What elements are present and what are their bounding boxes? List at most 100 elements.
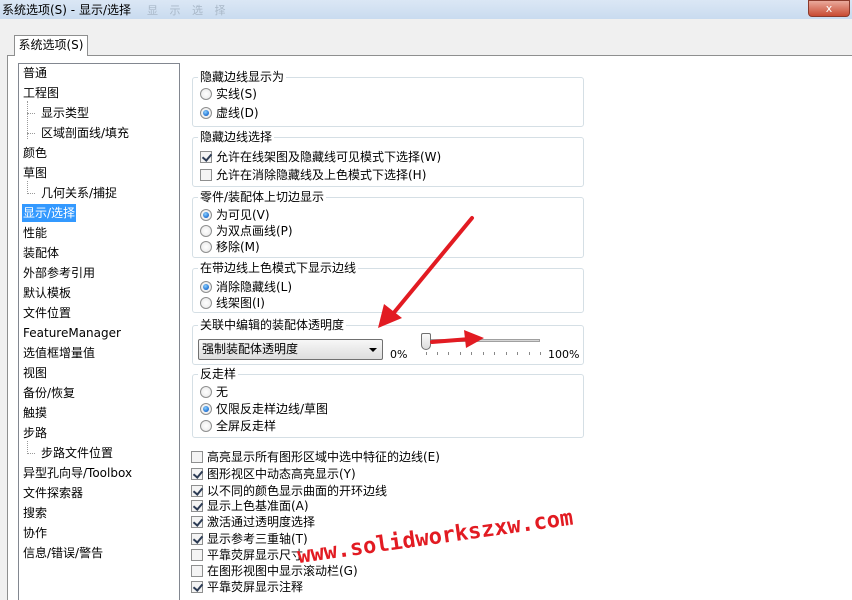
transparency-slider-track[interactable]	[426, 339, 540, 342]
tree-item-external-references[interactable]: 外部参考引用	[23, 264, 95, 282]
tree-item-file-locations[interactable]: 文件位置	[23, 304, 71, 322]
radio-label: 全屏反走样	[216, 419, 277, 433]
tree-item-hole-wizard-toolbox[interactable]: 异型孔向导/Toolbox	[23, 464, 132, 482]
checkbox-label: 平靠荧屏显示注释	[207, 580, 304, 594]
tree-item-featuremanager[interactable]: FeatureManager	[23, 324, 121, 342]
tree-item-routing-file-locations[interactable]: 步路文件位置	[41, 444, 113, 462]
tree-item-area-hatch[interactable]: 区域剖面线/填充	[41, 124, 129, 142]
radio-button[interactable]	[200, 420, 212, 432]
slider-tick	[448, 352, 449, 355]
group-title-hidden-edges-select: 隐藏边线选择	[198, 130, 275, 144]
checkbox[interactable]	[200, 151, 212, 163]
tree-item-spin-box-increments[interactable]: 选值框增量值	[23, 344, 95, 362]
tree-connector	[27, 113, 35, 114]
slider-tick	[506, 352, 507, 355]
radio-label: 为可见(V)	[216, 208, 270, 222]
radio-label: 仅限反走样边线/草图	[216, 402, 329, 416]
slider-tick	[529, 352, 530, 355]
checkbox[interactable]	[191, 549, 203, 561]
tree-item-routing[interactable]: 步路	[23, 424, 47, 442]
radio-label: 虚线(D)	[216, 106, 259, 120]
slider-tick	[494, 352, 495, 355]
tree-item-display-type[interactable]: 显示类型	[41, 104, 89, 122]
checkbox[interactable]	[191, 500, 203, 512]
transparency-dropdown[interactable]: 强制装配体透明度	[198, 339, 383, 360]
group-title-shaded-edges: 在带边线上色模式下显示边线	[198, 261, 359, 275]
checkbox[interactable]	[191, 581, 203, 593]
radio-button[interactable]	[200, 386, 212, 398]
faint-title: 显 示 选 择	[147, 4, 230, 17]
checkbox[interactable]	[191, 565, 203, 577]
slider-tick	[540, 352, 541, 355]
radio-button[interactable]	[200, 88, 212, 100]
slider-tick	[437, 352, 438, 355]
group-title-antialias: 反走样	[198, 367, 239, 381]
tree-item-messages-errors-warnings[interactable]: 信息/错误/警告	[23, 544, 103, 562]
radio-label: 消除隐藏线(L)	[216, 280, 293, 294]
group-title-tangent-edges: 零件/装配体上切边显示	[198, 190, 327, 204]
tree-item-display-selection[interactable]: 显示/选择	[22, 204, 77, 222]
checkbox[interactable]	[191, 451, 203, 463]
tree-item-default-templates[interactable]: 默认模板	[23, 284, 71, 302]
slider-min-label: 0%	[390, 348, 408, 361]
checkbox-label: 允许在消除隐藏线及上色模式下选择(H)	[216, 168, 427, 182]
window-title: 系统选项(S) - 显示/选择	[2, 3, 131, 17]
chevron-down-icon	[369, 348, 377, 352]
dropdown-value: 强制装配体透明度	[202, 342, 299, 356]
tree-item-view[interactable]: 视图	[23, 364, 47, 382]
tree-item-file-explorer[interactable]: 文件探索器	[23, 484, 83, 502]
tree-item-touch[interactable]: 触摸	[23, 404, 47, 422]
checkbox[interactable]	[191, 533, 203, 545]
close-button[interactable]: x	[808, 0, 850, 17]
tab-system-options[interactable]: 系统选项(S)	[14, 35, 88, 56]
radio-button[interactable]	[200, 209, 212, 221]
checkbox-label: 以不同的颜色显示曲面的开环边线	[207, 484, 388, 498]
radio-button[interactable]	[200, 225, 212, 237]
checkbox-label: 平靠荧屏显示尺寸	[207, 548, 304, 562]
checkbox-label: 允许在线架图及隐藏线可见模式下选择(W)	[216, 150, 442, 164]
tree-item-assemblies[interactable]: 装配体	[23, 244, 59, 262]
radio-label: 无	[216, 385, 229, 399]
tree-item-colors[interactable]: 颜色	[23, 144, 47, 162]
slider-tick	[483, 352, 484, 355]
tree-item-collaboration[interactable]: 协作	[23, 524, 47, 542]
radio-button[interactable]	[200, 241, 212, 253]
radio-label: 移除(M)	[216, 240, 260, 254]
radio-button[interactable]	[200, 403, 212, 415]
radio-button[interactable]	[200, 297, 212, 309]
radio-button[interactable]	[200, 281, 212, 293]
transparency-slider-thumb[interactable]	[421, 333, 431, 350]
slider-max-label: 100%	[548, 348, 580, 361]
checkbox-label: 显示参考三重轴(T)	[207, 532, 308, 546]
tree-item-backup-recover[interactable]: 备份/恢复	[23, 384, 75, 402]
tree-connector	[27, 193, 35, 194]
tree-connector	[27, 453, 35, 454]
tree-item-relations-snaps[interactable]: 几何关系/捕捉	[41, 184, 117, 202]
group-title-transparency: 关联中编辑的装配体透明度	[198, 318, 347, 332]
checkbox[interactable]	[191, 516, 203, 528]
tree-item-search[interactable]: 搜索	[23, 504, 47, 522]
options-tree: 普通 工程图 显示类型 区域剖面线/填充 颜色 草图 几何关系/捕捉 显示/选择…	[18, 63, 180, 600]
slider-tick	[460, 352, 461, 355]
group-title-hidden-edges-display: 隐藏边线显示为	[198, 70, 287, 84]
tree-connector	[27, 133, 35, 134]
slider-tick	[517, 352, 518, 355]
checkbox[interactable]	[191, 485, 203, 497]
checkbox[interactable]	[191, 468, 203, 480]
tab-strip: 系统选项(S)	[0, 19, 852, 56]
radio-label: 为双点画线(P)	[216, 224, 293, 238]
radio-button[interactable]	[200, 107, 212, 119]
slider-tick	[471, 352, 472, 355]
radio-label: 线架图(I)	[216, 296, 265, 310]
checkbox[interactable]	[200, 169, 212, 181]
checkbox-label: 高亮显示所有图形区域中选中特征的边线(E)	[207, 450, 440, 464]
title-bar: 系统选项(S) - 显示/选择 显 示 选 择 x	[0, 0, 852, 19]
tree-item-performance[interactable]: 性能	[23, 224, 47, 242]
tree-item-sketch[interactable]: 草图	[23, 164, 47, 182]
tree-item-drawings[interactable]: 工程图	[23, 84, 59, 102]
radio-label: 实线(S)	[216, 87, 257, 101]
checkbox-label: 激活通过透明度选择	[207, 515, 316, 529]
slider-tick	[426, 352, 427, 355]
tree-item-general[interactable]: 普通	[23, 64, 47, 82]
checkbox-label: 显示上色基准面(A)	[207, 499, 309, 513]
